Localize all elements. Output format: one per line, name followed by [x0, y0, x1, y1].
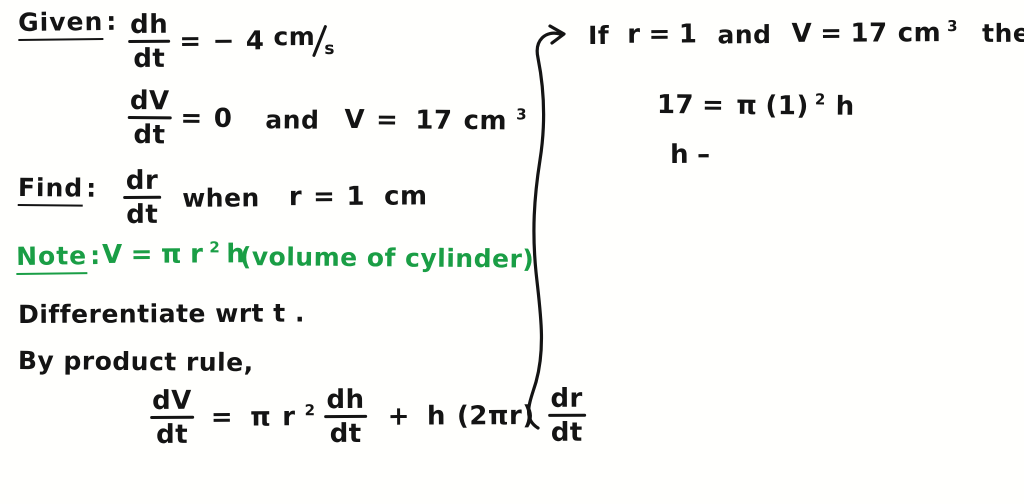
equals-sign-2: = — [820, 18, 843, 49]
handwritten-worksheet: Given: dh dt = − 4 cm s dV dt = 0 and V … — [0, 0, 1024, 504]
radius-value: 1 — [346, 181, 366, 212]
equals-sign: = — [180, 103, 203, 134]
fraction-denominator: dt — [156, 419, 189, 450]
unit-cm: cm — [897, 18, 942, 49]
conjunction-and: and — [265, 104, 320, 135]
pi-symbol: π — [736, 90, 758, 121]
fraction-denominator: dt — [550, 417, 583, 448]
variable-v: V — [791, 18, 813, 49]
find-label-colon: : — [86, 173, 98, 203]
step-product-rule: By product rule, — [17, 346, 254, 378]
equals-sign: = — [648, 19, 671, 50]
plus-sign: + — [387, 401, 411, 432]
pi-symbol: π — [160, 239, 183, 270]
note-label: Note: — [15, 241, 101, 275]
find-equation-dr-dt: dr dt when r = 1 cm — [123, 165, 430, 230]
variable-r: r — [288, 182, 303, 213]
equals-sign-2: = — [375, 105, 399, 136]
unit-exponent-3: 3 — [516, 104, 528, 123]
right-substitution-line: 17 = π (1) 2 h — [655, 89, 857, 122]
value-four: 4 — [245, 26, 265, 57]
variable-v: V — [344, 104, 366, 136]
exponent-2: 2 — [304, 400, 316, 419]
fraction-numerator: dh — [129, 9, 169, 40]
exponent-2: 2 — [209, 237, 221, 256]
curved-arrow-divider — [527, 24, 566, 430]
product-rule-equation: dV dt = πr2 dh dt + h (2πr) dr dt — [150, 383, 586, 450]
fraction-dr-dt: dr dt — [547, 383, 586, 448]
given-label: Given: — [17, 6, 118, 41]
when-word: when — [182, 182, 260, 213]
fraction-denominator: dt — [133, 120, 166, 151]
given-label-word: Given — [17, 6, 104, 41]
fraction-numerator: dh — [326, 384, 365, 416]
then-word: then — [982, 18, 1024, 48]
fraction-denominator: dt — [126, 199, 159, 230]
radius-value: 1 — [678, 19, 698, 50]
variable-r: r — [282, 402, 296, 433]
unit-cm: cm — [383, 181, 428, 212]
fraction-dr-dt: dr dt — [123, 165, 162, 230]
unit-exponent-3: 3 — [947, 16, 959, 35]
coefficient-two-pi-r: (2πr) — [456, 400, 535, 432]
equals-sign: = — [210, 402, 234, 433]
fraction-dh-dt: dh dt — [128, 9, 171, 74]
if-word: If — [587, 20, 610, 50]
unit-cm-per-s: cm s — [273, 21, 336, 59]
unit-denominator-s: s — [324, 38, 336, 59]
equals-sign: = — [701, 90, 725, 121]
radius-parenthesized: (1) — [765, 90, 809, 122]
note-parenthetical: (volume of cylinder) — [239, 242, 535, 274]
minus-sign: − — [212, 26, 235, 57]
given-equation-dh-dt: dh dt = − 4 cm s — [128, 9, 336, 74]
equals-sign: = — [179, 26, 202, 57]
exponent-2: 2 — [814, 89, 826, 108]
find-label: Find: — [17, 173, 98, 207]
fraction-numerator: dV — [151, 385, 192, 416]
volume-value: 17 — [656, 90, 695, 121]
variable-h: h — [835, 91, 855, 122]
volume-value: 17 — [415, 105, 453, 136]
note-label-word: Note — [15, 241, 88, 275]
fraction-dv-dt: dV dt — [127, 86, 172, 151]
volume-value: 17 — [850, 18, 888, 49]
pi-symbol: π — [250, 402, 272, 433]
find-label-word: Find — [17, 173, 83, 207]
right-condition-line: If r = 1 and V = 17 cm 3 then — [587, 16, 1024, 50]
variable-h: h — [669, 139, 690, 170]
dash-mark: – — [697, 139, 711, 170]
right-incomplete-line: h – — [668, 139, 713, 170]
fraction-denominator: dt — [329, 418, 362, 450]
variable-r: r — [189, 239, 204, 270]
equals-sign: = — [130, 239, 154, 270]
variable-h: h — [426, 401, 447, 432]
variable-r: r — [627, 19, 641, 50]
equals-sign: = — [313, 181, 336, 213]
arrow-head — [548, 24, 566, 45]
variable-v: V — [101, 239, 123, 270]
fraction-numerator: dr — [125, 165, 159, 196]
unit-numerator-cm: cm — [273, 21, 316, 51]
fraction-denominator: dt — [133, 43, 166, 74]
fraction-numerator: dr — [550, 383, 583, 414]
fraction-numerator: dV — [129, 86, 170, 117]
arrow-shaft — [527, 31, 562, 430]
step-differentiate: Differentiate wrt t . — [17, 298, 305, 329]
note-formula: V = πr2h — [100, 237, 247, 270]
given-label-colon: : — [106, 6, 118, 36]
conjunction-and: and — [717, 19, 772, 49]
fraction-dv-dt: dV dt — [150, 385, 194, 450]
unit-cm: cm — [463, 105, 508, 137]
fraction-dh-dt: dh dt — [324, 384, 367, 450]
given-equation-dv-dt: dV dt = 0 and V = 17 cm 3 — [127, 86, 528, 151]
value-zero: 0 — [213, 103, 233, 134]
